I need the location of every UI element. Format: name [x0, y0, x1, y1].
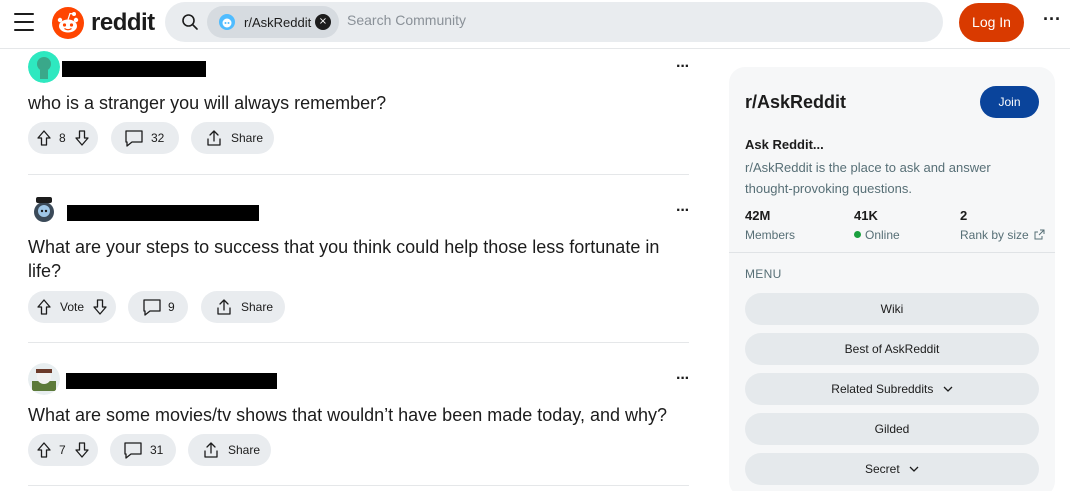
- vote-control: 8: [28, 122, 98, 154]
- menu-item-secret[interactable]: Secret: [745, 453, 1039, 485]
- post-more-icon[interactable]: ···: [676, 58, 690, 76]
- comments-button[interactable]: 9: [128, 291, 188, 323]
- hamburger-menu-icon[interactable]: [14, 13, 34, 31]
- upvote-icon[interactable]: [36, 441, 52, 459]
- redacted-username: [62, 61, 206, 77]
- community-filter-chip[interactable]: r/AskReddit ×: [207, 6, 339, 38]
- redacted-username: [67, 205, 259, 221]
- post-divider: [28, 174, 689, 175]
- top-header: reddit r/AskReddit × Log In ···: [0, 0, 1070, 49]
- comment-count: 31: [150, 443, 164, 457]
- redacted-username: [66, 373, 277, 389]
- comment-icon: [125, 130, 143, 147]
- online-label: Online: [865, 228, 900, 242]
- avatar[interactable]: [28, 363, 60, 395]
- downvote-icon[interactable]: [74, 441, 90, 459]
- reddit-wordmark[interactable]: reddit: [91, 9, 155, 37]
- subreddit-avatar-icon: [219, 14, 235, 30]
- share-icon: [207, 130, 221, 146]
- vote-control: Vote: [28, 291, 116, 323]
- share-icon: [217, 299, 231, 315]
- login-button[interactable]: Log In: [959, 3, 1024, 42]
- menu-heading: MENU: [745, 267, 782, 281]
- post-card[interactable]: ··· What are your steps to success that …: [28, 195, 690, 330]
- online-count: 41K: [854, 208, 878, 223]
- comment-icon: [124, 442, 142, 459]
- share-icon: [204, 442, 218, 458]
- downvote-icon[interactable]: [92, 298, 108, 316]
- community-sidebar: r/AskReddit Join Ask Reddit... r/AskRedd…: [729, 67, 1055, 491]
- post-divider: [28, 342, 689, 343]
- share-label: Share: [228, 443, 261, 457]
- menu-item-best-of[interactable]: Best of AskReddit: [745, 333, 1039, 365]
- share-label: Share: [241, 300, 274, 314]
- menu-item-gilded[interactable]: Gilded: [745, 413, 1039, 445]
- vote-count: 8: [59, 131, 66, 145]
- menu-item-label: Best of AskReddit: [844, 342, 940, 356]
- members-count: 42M: [745, 208, 771, 223]
- share-button[interactable]: Share: [191, 122, 274, 154]
- rank-value: 2: [960, 208, 968, 223]
- community-description: r/AskReddit is the place to ask and answ…: [745, 160, 991, 196]
- downvote-icon[interactable]: [74, 129, 90, 147]
- more-options-icon[interactable]: ···: [1040, 10, 1064, 34]
- community-chip-label: r/AskReddit: [244, 15, 312, 30]
- rank-stat[interactable]: Rank by size: [960, 228, 1045, 242]
- share-label: Share: [231, 131, 264, 145]
- menu-item-wiki[interactable]: Wiki: [745, 293, 1039, 325]
- post-card[interactable]: ··· who is a stranger you will always re…: [28, 50, 690, 160]
- external-link-icon: [1034, 229, 1045, 240]
- post-more-icon[interactable]: ···: [676, 370, 690, 388]
- online-stat: Online: [854, 228, 900, 242]
- online-dot-icon: [854, 231, 861, 238]
- rank-label: Rank by size: [960, 228, 1029, 242]
- post-title[interactable]: What are some movies/tv shows that would…: [28, 403, 688, 427]
- join-button[interactable]: Join: [980, 86, 1039, 118]
- share-button[interactable]: Share: [188, 434, 271, 466]
- members-label: Members: [745, 228, 796, 242]
- upvote-icon[interactable]: [36, 298, 52, 316]
- avatar[interactable]: [28, 195, 60, 227]
- menu-item-related-subreddits[interactable]: Related Subreddits: [745, 373, 1039, 405]
- post-more-icon[interactable]: ···: [676, 202, 690, 220]
- community-name[interactable]: r/AskReddit: [745, 92, 846, 113]
- chevron-down-icon: [943, 386, 953, 392]
- upvote-icon[interactable]: [36, 129, 52, 147]
- menu-item-label: Related Subreddits: [831, 382, 934, 396]
- post-title[interactable]: What are your steps to success that you …: [28, 235, 688, 283]
- search-bar[interactable]: r/AskReddit ×: [165, 2, 943, 42]
- search-input[interactable]: [347, 12, 847, 28]
- comments-button[interactable]: 32: [111, 122, 179, 154]
- chevron-down-icon: [909, 466, 919, 472]
- menu-item-label: Gilded: [874, 422, 910, 436]
- close-icon[interactable]: ×: [315, 14, 331, 30]
- comments-button[interactable]: 31: [110, 434, 176, 466]
- vote-control: 7: [28, 434, 98, 466]
- vote-count: 7: [59, 443, 66, 457]
- post-divider: [28, 485, 689, 486]
- post-card[interactable]: ··· What are some movies/tv shows that w…: [28, 363, 690, 473]
- sidebar-divider: [729, 252, 1055, 253]
- post-title[interactable]: who is a stranger you will always rememb…: [28, 91, 688, 115]
- avatar[interactable]: [28, 51, 60, 83]
- vote-count: Vote: [60, 300, 85, 314]
- comment-count: 9: [168, 300, 175, 314]
- search-icon: [182, 14, 198, 30]
- community-tagline: Ask Reddit...: [745, 137, 824, 152]
- comment-icon: [143, 299, 161, 316]
- comment-count: 32: [151, 131, 165, 145]
- reddit-logo-icon[interactable]: [52, 7, 84, 39]
- menu-item-label: Secret: [864, 462, 900, 476]
- menu-item-label: Wiki: [880, 302, 904, 316]
- share-button[interactable]: Share: [201, 291, 285, 323]
